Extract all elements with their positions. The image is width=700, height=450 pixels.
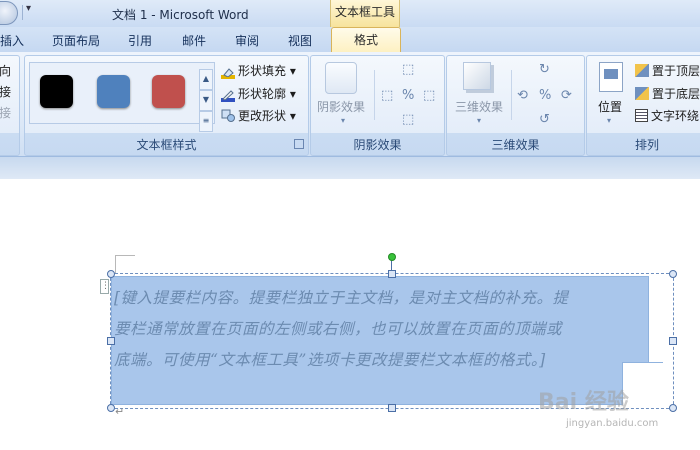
- resize-handle-top-right[interactable]: [669, 270, 677, 278]
- gallery-up-icon[interactable]: ▲: [199, 69, 213, 90]
- window-title: 文档 1 - Microsoft Word: [112, 8, 249, 22]
- quick-access-separator: [22, 5, 23, 20]
- shape-fill-button[interactable]: 形状填充 ▾: [221, 62, 296, 79]
- watermark-logo: Bai 经验: [538, 390, 629, 415]
- office-button[interactable]: [0, 1, 18, 25]
- group-label-textbox-styles: 文本框样式: [136, 138, 197, 152]
- dialog-launcher-icon[interactable]: [294, 139, 304, 149]
- tab-page-layout[interactable]: 页面布局: [52, 32, 100, 49]
- nudge-shadow-left-icon[interactable]: ⬚: [381, 88, 393, 103]
- gallery-more-icon[interactable]: ≡: [199, 111, 213, 132]
- 3d-on-off-icon[interactable]: %: [539, 88, 551, 103]
- resize-handle-top-left[interactable]: [107, 270, 115, 278]
- text-wrap-icon: [635, 109, 648, 122]
- bring-to-front-button[interactable]: 置于顶层: [635, 62, 700, 79]
- create-link-button[interactable]: 接: [0, 83, 11, 100]
- nudge-shadow-up-icon[interactable]: ⬚: [402, 62, 414, 77]
- send-to-back-button[interactable]: 置于底层: [635, 85, 700, 102]
- style-swatch-black[interactable]: [40, 75, 73, 108]
- group-separator: [511, 70, 512, 120]
- textbox-line: [键入提要栏内容。提要栏独立于主文档，是对主文档的补充。提: [114, 289, 569, 307]
- textbox-line: 底端。可使用“文本框工具”选项卡更改提要栏文本框的格式。]: [114, 351, 546, 369]
- shadow-effects-icon: [325, 62, 357, 94]
- group-textbox-styles: ▲ ▼ ≡ 形状填充 ▾ 形状轮廓 ▾ 更改形状 ▾ 文本框样式: [24, 55, 309, 156]
- pen-outline-icon: [221, 89, 235, 102]
- group-separator: [374, 70, 375, 120]
- nudge-shadow-right-icon[interactable]: ⬚: [423, 88, 435, 103]
- tilt-right-icon[interactable]: ⟳: [561, 88, 572, 103]
- tab-mailings[interactable]: 邮件: [182, 32, 206, 49]
- textbox-line: 要栏通常放置在页面的左侧或右侧，也可以放置在页面的顶端或: [114, 320, 563, 338]
- position-icon: [599, 62, 623, 92]
- tilt-up-icon[interactable]: ↻: [539, 62, 550, 77]
- break-link-button[interactable]: 接: [0, 104, 11, 121]
- style-swatch-blue[interactable]: [97, 75, 130, 108]
- contextual-tab-group-label: 文本框工具: [330, 0, 400, 27]
- paint-bucket-icon: [221, 66, 235, 79]
- group-label-3d-effects: 三维效果: [491, 138, 540, 152]
- change-shape-button[interactable]: 更改形状 ▾: [221, 107, 296, 124]
- nudge-shadow-down-icon[interactable]: ⬚: [402, 112, 414, 127]
- resize-handle-bottom-right[interactable]: [669, 404, 677, 412]
- quick-access-dropdown-icon[interactable]: ▾: [26, 3, 31, 14]
- tab-review[interactable]: 审阅: [235, 32, 259, 49]
- 3d-effects-button[interactable]: 三维效果: [451, 98, 507, 115]
- ribbon: 向 接 接 ▲ ▼ ≡ 形状填充 ▾ 形状轮廓 ▾ 更改形状 ▾ 文本框样式 阴…: [0, 52, 700, 157]
- bring-to-front-icon: [635, 64, 649, 77]
- watermark-url: jingyan.baidu.com: [566, 418, 659, 429]
- 3d-dropdown-icon[interactable]: ▾: [477, 116, 481, 125]
- paragraph-mark: ↵: [115, 405, 125, 418]
- tilt-down-icon[interactable]: ↺: [539, 112, 550, 127]
- group-arrange: 位置 ▾ 置于顶层 置于底层 文字环绕 排列: [586, 55, 700, 156]
- position-button[interactable]: 位置: [598, 98, 622, 115]
- gallery-down-icon[interactable]: ▼: [199, 90, 213, 111]
- resize-handle-right[interactable]: [669, 337, 677, 345]
- shape-outline-button[interactable]: 形状轮廓 ▾: [221, 85, 296, 102]
- text-wrapping-button[interactable]: 文字环绕: [635, 107, 699, 124]
- tilt-left-icon[interactable]: ⟲: [517, 88, 528, 103]
- shadow-dropdown-icon[interactable]: ▾: [341, 116, 345, 125]
- send-to-back-icon: [635, 87, 649, 100]
- tab-view[interactable]: 视图: [288, 32, 312, 49]
- document-top-band: [0, 157, 700, 179]
- position-dropdown-icon[interactable]: ▾: [607, 116, 611, 125]
- tab-references[interactable]: 引用: [128, 32, 152, 49]
- style-gallery: ▲ ▼ ≡: [29, 62, 215, 132]
- text-direction-button[interactable]: 向: [0, 62, 11, 79]
- group-label-arrange: 排列: [634, 138, 659, 152]
- group-shadow-effects: 阴影效果 ▾ ⬚ ⬚ % ⬚ ⬚ 阴影效果: [310, 55, 445, 156]
- resize-handle-left[interactable]: [107, 337, 115, 345]
- resize-handle-bottom[interactable]: [388, 404, 396, 412]
- tab-format[interactable]: 格式: [331, 27, 401, 54]
- shadow-effects-button[interactable]: 阴影效果: [315, 98, 367, 115]
- rotate-handle[interactable]: [388, 253, 396, 261]
- margin-corner-mark: [115, 255, 116, 273]
- change-shape-icon: [221, 109, 235, 122]
- gallery-scroll: ▲ ▼ ≡: [199, 69, 213, 132]
- shadow-on-off-icon[interactable]: %: [402, 88, 414, 103]
- group-text-cut: 向 接 接: [0, 55, 20, 156]
- style-swatch-red[interactable]: [152, 75, 185, 108]
- textbox-content[interactable]: [键入提要栏内容。提要栏独立于主文档，是对主文档的补充。提 要栏通常放置在页面的…: [114, 283, 650, 376]
- resize-handle-bottom-left[interactable]: [107, 404, 115, 412]
- group-3d-effects: 三维效果 ▾ ↻ ⟲ % ⟳ ↺ 三维效果: [446, 55, 585, 156]
- anchor-icon: ⋮: [100, 279, 110, 294]
- 3d-effects-icon: [463, 62, 491, 90]
- resize-handle-top[interactable]: [388, 270, 396, 278]
- group-label-shadow-effects: 阴影效果: [353, 138, 402, 152]
- tab-insert[interactable]: 插入: [0, 32, 24, 49]
- margin-corner-mark: [115, 255, 135, 256]
